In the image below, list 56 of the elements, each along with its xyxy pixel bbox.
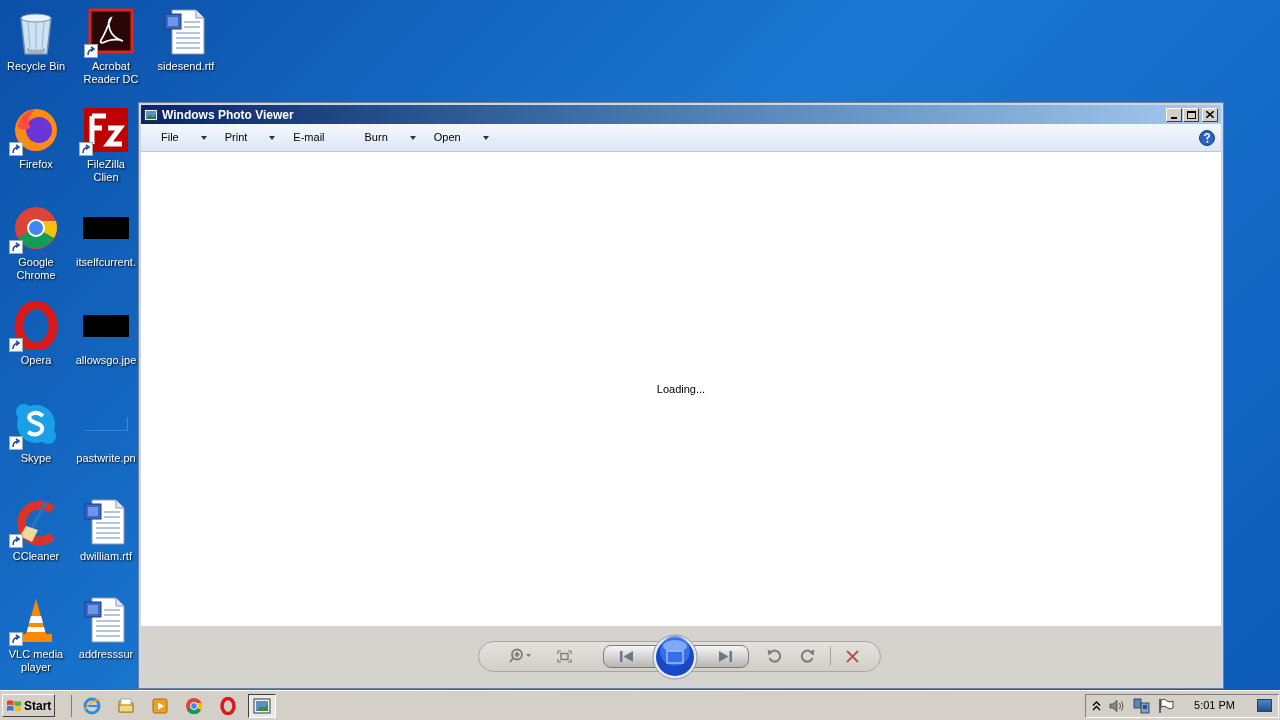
windows-logo-icon: [6, 698, 22, 713]
app-icon: [144, 108, 158, 121]
desktop-icon-label[interactable]: sidesend.rtf: [157, 60, 215, 73]
next-icon[interactable]: [717, 650, 732, 662]
browser-icon: [83, 696, 102, 715]
folder-icon: [117, 696, 136, 715]
desktop-icon-label[interactable]: itselfcurrent.: [76, 256, 136, 269]
menu-button[interactable]: File: [151, 126, 215, 149]
close-button[interactable]: [1202, 107, 1218, 122]
menu-button[interactable]: E-mail: [283, 126, 355, 149]
desktop-icon-label[interactable]: Recycle Bin: [6, 60, 66, 73]
delete-icon[interactable]: [845, 649, 859, 663]
desktop-icon-label[interactable]: dwilliam.rtf: [80, 550, 132, 563]
rotate-right-icon[interactable]: [799, 648, 816, 664]
window-title: Windows Photo Viewer: [162, 106, 294, 124]
desktop-icon-label[interactable]: Acrobat Reader DC: [76, 60, 146, 86]
minimize-button[interactable]: [1166, 107, 1182, 122]
help-icon[interactable]: [1199, 129, 1215, 146]
fox-globe-icon: [12, 106, 60, 154]
desktop-icon-label[interactable]: VLC media player: [1, 648, 71, 674]
clock[interactable]: 5:01 PM: [1194, 697, 1235, 714]
chevron-up-icon[interactable]: [1092, 700, 1102, 711]
maximize-button[interactable]: [1183, 107, 1199, 122]
pdf-reader-icon: [87, 8, 135, 56]
flag-icon[interactable]: [1158, 697, 1175, 714]
desktop-icon-label[interactable]: allowsgo.jpe: [75, 354, 137, 367]
menu-button[interactable]: Print: [214, 126, 284, 149]
photo-viewer-icon: [253, 696, 272, 715]
taskbar-app-button[interactable]: [248, 693, 277, 718]
speaker-icon[interactable]: [1109, 698, 1126, 713]
ring-app-icon: [12, 302, 60, 350]
rotate-left-icon[interactable]: [765, 648, 782, 664]
network-icon[interactable]: [1133, 697, 1151, 714]
menu-button[interactable]: Burn: [354, 126, 424, 149]
desktop-icon-label[interactable]: Opera: [20, 354, 52, 367]
close-icon: [1206, 111, 1214, 118]
desktop-icon-label[interactable]: Google Chrome: [1, 256, 71, 282]
loading-text: Loading...: [656, 381, 706, 397]
browser-icon: [185, 696, 204, 715]
desktop-icon-label[interactable]: addresssur: [78, 648, 134, 661]
start-button[interactable]: Start: [2, 694, 56, 717]
desktop-icon-label[interactable]: pastwrite.pn: [76, 452, 136, 465]
desktop-icon-label[interactable]: Firefox: [19, 158, 53, 171]
show-desktop-button[interactable]: [1257, 699, 1272, 712]
desktop-icon-label[interactable]: FileZilla Clien: [75, 158, 137, 184]
browser-icon: [12, 204, 60, 252]
desktop-icon-label[interactable]: Skype: [20, 452, 52, 465]
ring-app-icon: [219, 696, 238, 715]
fit-window-icon[interactable]: [556, 649, 572, 663]
menu-button[interactable]: Open: [423, 126, 497, 149]
previous-icon[interactable]: [619, 650, 634, 662]
zoom-icon[interactable]: [507, 648, 532, 664]
app-tile-icon: [82, 106, 130, 154]
desktop-icon-label[interactable]: CCleaner: [12, 550, 60, 563]
slideshow-button[interactable]: [651, 633, 698, 680]
media-player-icon: [151, 696, 170, 715]
